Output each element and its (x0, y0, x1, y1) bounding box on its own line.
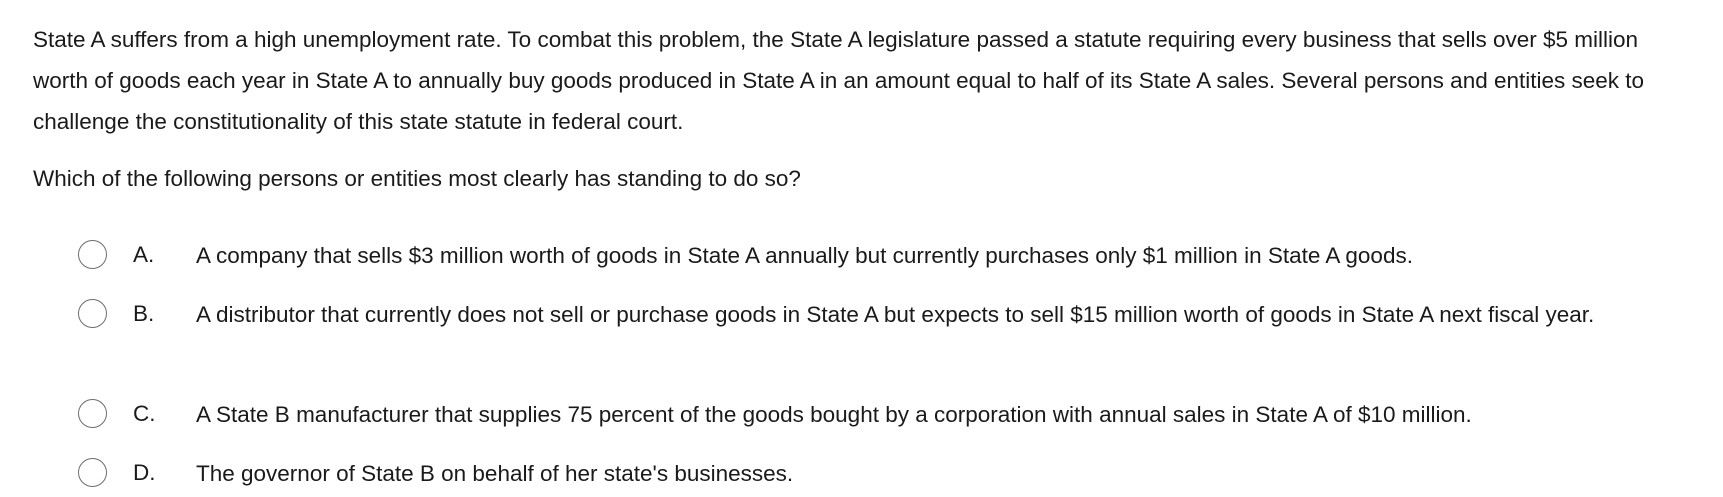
answer-options: A. A company that sells $3 million worth… (0, 0, 1723, 497)
option-text-c: A State B manufacturer that supplies 75 … (196, 402, 1472, 427)
option-text-d: The governor of State B on behalf of her… (196, 461, 794, 486)
radio-button-a[interactable] (78, 240, 107, 269)
answer-option-a[interactable]: A. A company that sells $3 million worth… (78, 238, 1718, 272)
option-text-b: A distributor that currently does not se… (196, 302, 1595, 327)
question-container: State A suffers from a high unemployment… (0, 0, 1723, 497)
answer-option-b[interactable]: B. A distributor that currently does not… (78, 297, 1718, 331)
answer-option-c[interactable]: C. A State B manufacturer that supplies … (78, 397, 1718, 431)
option-letter-b: B. (133, 301, 155, 326)
option-letter-d: D. (133, 460, 156, 485)
answer-option-d[interactable]: D. The governor of State B on behalf of … (78, 456, 1718, 490)
radio-button-c[interactable] (78, 399, 107, 428)
radio-button-d[interactable] (78, 458, 107, 487)
option-text-a: A company that sells $3 million worth of… (196, 243, 1413, 268)
option-letter-c: C. (133, 401, 156, 426)
option-letter-a: A. (133, 242, 155, 267)
radio-button-b[interactable] (78, 299, 107, 328)
